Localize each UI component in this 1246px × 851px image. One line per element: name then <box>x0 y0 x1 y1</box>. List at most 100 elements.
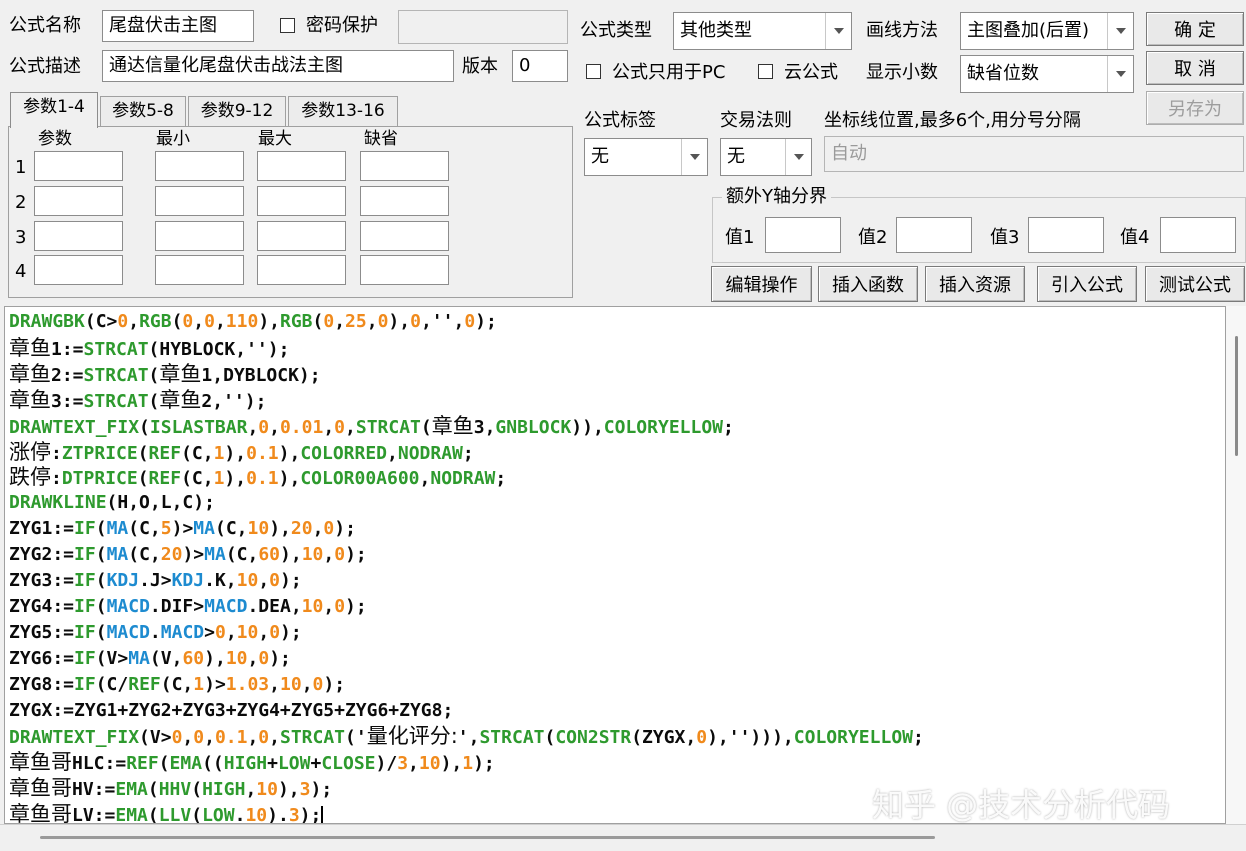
param-cell[interactable] <box>155 186 244 216</box>
draw-method-select[interactable]: 主图叠加(后置) <box>960 12 1134 50</box>
y-value-2-input[interactable] <box>896 217 972 253</box>
chevron-down-icon[interactable] <box>825 13 851 49</box>
code-token: 20 <box>290 518 313 540</box>
chevron-down-icon[interactable] <box>785 139 811 175</box>
trade-rule-select[interactable]: 无 <box>720 138 812 176</box>
code-token: 0 <box>258 647 270 669</box>
param-cell[interactable] <box>257 151 346 181</box>
code-token: 2:= <box>51 364 84 386</box>
param-cell[interactable] <box>360 255 449 285</box>
code-token: , <box>128 311 140 332</box>
code-token: 3:= <box>51 390 84 412</box>
code-token: 1,DYBLOCK); <box>201 364 321 386</box>
cloud-checkbox[interactable] <box>758 64 773 79</box>
tab-params-9-12[interactable]: 参数9-12 <box>188 96 286 126</box>
code-token: 0 <box>193 727 205 749</box>
password-input[interactable] <box>398 10 568 44</box>
param-cell[interactable] <box>257 186 346 216</box>
code-token: EMA <box>115 805 148 824</box>
code-token: , <box>247 416 259 438</box>
param-cell[interactable] <box>360 151 449 181</box>
param-cell[interactable] <box>34 186 123 216</box>
ok-button[interactable]: 确 定 <box>1146 12 1244 46</box>
code-token: , <box>269 673 280 695</box>
param-cell[interactable] <box>34 151 123 181</box>
code-line: 章鱼2:=STRCAT(章鱼1,DYBLOCK); <box>9 361 321 387</box>
param-cell[interactable] <box>34 255 123 285</box>
code-editor[interactable]: DRAWGBK(C>0,RGB(0,0,110),RGB(0,25,0),0,'… <box>4 306 1226 824</box>
param-cell[interactable] <box>360 186 449 216</box>
formula-desc-label: 公式描述 <box>9 56 81 77</box>
test-formula-button[interactable]: 测试公式 <box>1145 266 1245 302</box>
code-token: ( <box>171 311 183 332</box>
insert-function-button[interactable]: 插入函数 <box>818 266 918 302</box>
param-cell[interactable] <box>155 151 244 181</box>
code-token: 0 <box>312 673 324 695</box>
code-token: 110 <box>225 311 259 332</box>
text-caret <box>321 806 324 823</box>
code-line: 章鱼哥HV:=EMA(HHV(HIGH,10),3); <box>9 775 332 801</box>
code-token: , <box>323 595 335 617</box>
formula-desc-input[interactable]: 通达信量化尾盘伏击战法主图 <box>102 50 454 82</box>
code-token: + <box>310 753 322 775</box>
pc-only-checkbox[interactable] <box>586 64 601 79</box>
code-token: (' <box>345 727 367 749</box>
code-token: , <box>312 518 324 540</box>
code-token: 25 <box>345 311 367 332</box>
insert-resource-button[interactable]: 插入资源 <box>925 266 1025 302</box>
code-token: HLC:= <box>72 753 127 775</box>
code-token: RGB <box>139 311 172 332</box>
decimals-select[interactable]: 缺省位数 <box>960 55 1134 93</box>
save-as-button[interactable]: 另存为 <box>1146 91 1244 125</box>
code-token: KDJ <box>106 570 140 591</box>
formula-name-input[interactable]: 尾盘伏击主图 <box>102 10 254 42</box>
chevron-down-icon[interactable] <box>1107 13 1133 49</box>
version-input[interactable]: 0 <box>512 50 568 82</box>
coord-line-input[interactable]: 自动 <box>824 136 1244 172</box>
param-cell[interactable] <box>155 255 244 285</box>
code-line: DRAWTEXT_FIX(V>0,0,0.1,0,STRCAT('量化评分:',… <box>9 723 924 749</box>
code-token: DTPRICE <box>61 468 138 490</box>
code-token: 0 <box>410 311 421 332</box>
code-token: DRAWTEXT_FIX <box>9 416 140 438</box>
edit-operation-button[interactable]: 编辑操作 <box>711 266 812 302</box>
code-token: 章鱼 <box>159 361 202 386</box>
vertical-scrollbar-thumb[interactable] <box>1235 336 1238 456</box>
code-token: , <box>247 727 259 749</box>
code-token: NODRAW <box>397 442 463 464</box>
horizontal-scrollbar-thumb[interactable] <box>40 836 935 839</box>
param-cell[interactable] <box>257 221 346 251</box>
code-token: (C, <box>128 518 161 540</box>
param-cell[interactable] <box>155 221 244 251</box>
param-cell[interactable] <box>360 221 449 251</box>
code-token: (C, <box>181 468 214 490</box>
tab-params-5-8[interactable]: 参数5-8 <box>100 96 186 126</box>
y-value-1-input[interactable] <box>765 217 841 253</box>
code-line: 章鱼哥LV:=EMA(LLV(LOW.10).3); <box>9 801 324 824</box>
password-checkbox[interactable] <box>280 18 295 33</box>
code-token: 0 <box>696 727 708 749</box>
code-token: ( <box>148 364 160 386</box>
param-cell[interactable] <box>257 255 346 285</box>
code-line: ZYG4:=IF(MACD.DIF>MACD.DEA,10,0); <box>9 594 367 620</box>
code-token: ', <box>457 727 480 749</box>
code-token: (C/ <box>95 673 129 695</box>
formula-type-select[interactable]: 其他类型 <box>673 12 852 50</box>
code-token: 0.1 <box>214 727 248 749</box>
code-token: ); <box>475 311 497 332</box>
code-token: 0 <box>182 311 194 332</box>
cancel-button[interactable]: 取 消 <box>1146 51 1244 85</box>
code-token: ), <box>224 442 247 464</box>
y-value-4-input[interactable] <box>1160 217 1236 253</box>
formula-tag-select[interactable]: 无 <box>584 138 708 176</box>
tab-params-1-4[interactable]: 参数1-4 <box>10 92 98 128</box>
y-value-3-input[interactable] <box>1028 217 1104 253</box>
import-formula-button[interactable]: 引入公式 <box>1037 266 1137 302</box>
code-token: (H,O,L,C); <box>106 492 215 514</box>
code-token: , <box>214 311 226 332</box>
chevron-down-icon[interactable] <box>681 139 707 175</box>
chevron-down-icon[interactable] <box>1107 56 1133 92</box>
param-cell[interactable] <box>34 221 123 251</box>
tab-params-13-16[interactable]: 参数13-16 <box>288 96 398 126</box>
code-token: ), <box>277 779 300 801</box>
